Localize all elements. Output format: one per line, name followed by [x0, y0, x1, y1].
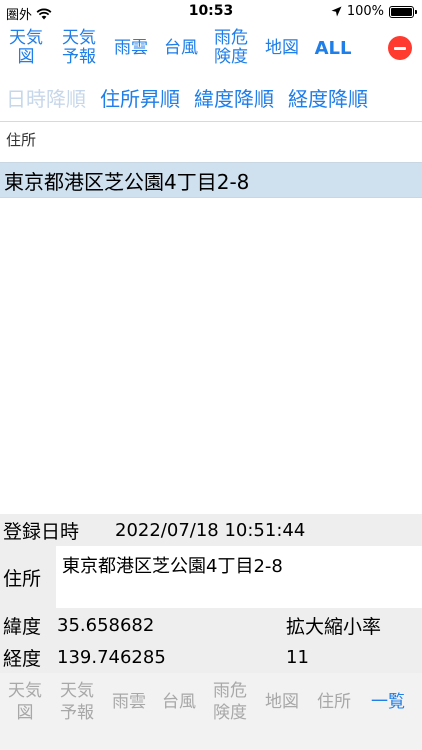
registered-row: 登録日時 2022/07/18 10:51:44 — [0, 514, 422, 546]
registered-label: 登録日時 — [3, 520, 80, 543]
top-tab-bar: 天気 図 天気 予報 雨雲 台風 雨危 険度 地図 ALL — [0, 24, 422, 72]
divider — [0, 121, 422, 122]
bottom-tab-weather-forecast[interactable]: 天気 予報 — [50, 678, 104, 726]
sort-bar: 日時降順 住所昇順 緯度降順 経度降順 — [0, 78, 422, 116]
tab-weather-map[interactable]: 天気 図 — [0, 29, 52, 67]
battery-icon — [389, 5, 417, 18]
sort-address-asc-button[interactable]: 住所昇順 — [100, 83, 180, 112]
longitude-label: 経度 — [3, 648, 42, 670]
battery-percent: 100% — [346, 4, 384, 19]
list-item-address: 東京都港区芝公園4丁目2-8 — [4, 169, 250, 194]
latitude-label: 緯度 — [3, 615, 42, 638]
address-label: 住所 — [0, 546, 56, 608]
bottom-tab-bar: 天気 図 天気 予報 雨雲 台風 雨危 険度 地図 住所 一覧 — [0, 673, 422, 750]
address-value[interactable]: 東京都港区芝公園4丁目2-8 — [62, 552, 283, 608]
registered-value: 2022/07/18 10:51:44 — [115, 519, 306, 541]
bottom-tab-rain-cloud[interactable]: 雨雲 — [104, 678, 154, 726]
sort-longitude-desc-button[interactable]: 経度降順 — [288, 83, 368, 112]
bottom-tab-address[interactable]: 住所 — [308, 678, 360, 726]
list-item[interactable]: 東京都港区芝公園4丁目2-8 — [0, 162, 422, 198]
bottom-tab-typhoon[interactable]: 台風 — [154, 678, 204, 726]
zoom-value: 11 — [286, 647, 309, 668]
minus-icon — [394, 46, 406, 50]
tab-typhoon[interactable]: 台風 — [156, 38, 206, 58]
bottom-tab-map[interactable]: 地図 — [256, 678, 308, 726]
address-row: 住所 東京都港区芝公園4丁目2-8 — [0, 546, 422, 608]
sort-latitude-desc-button[interactable]: 緯度降順 — [194, 83, 274, 112]
latitude-row: 緯度 35.658682 拡大縮小率 — [0, 608, 422, 642]
tab-weather-forecast[interactable]: 天気 予報 — [52, 29, 106, 67]
bottom-tab-rain-risk[interactable]: 雨危 険度 — [204, 678, 256, 726]
sort-date-desc-button[interactable]: 日時降順 — [6, 83, 86, 112]
location-arrow-icon — [331, 6, 342, 17]
zoom-label: 拡大縮小率 — [286, 615, 382, 638]
latitude-value: 35.658682 — [57, 614, 155, 636]
status-bar: 圏外 10:53 100% — [0, 0, 422, 24]
tab-rain-risk[interactable]: 雨危 険度 — [206, 29, 256, 67]
bottom-tab-weather-map[interactable]: 天気 図 — [0, 678, 50, 726]
delete-button[interactable] — [388, 36, 412, 60]
list-column-header: 住所 — [6, 131, 37, 149]
longitude-value: 139.746285 — [57, 647, 166, 668]
tab-all[interactable]: ALL — [308, 39, 358, 58]
tab-rain-cloud[interactable]: 雨雲 — [106, 38, 156, 58]
tab-map[interactable]: 地図 — [256, 38, 308, 58]
bottom-tab-list[interactable]: 一覧 — [360, 678, 416, 726]
longitude-row: 経度 139.746285 11 — [0, 642, 422, 673]
